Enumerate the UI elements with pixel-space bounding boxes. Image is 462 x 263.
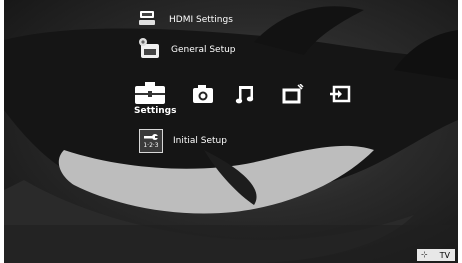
photo-camera-icon xyxy=(193,85,213,103)
category-settings[interactable] xyxy=(134,82,166,104)
initial-setup-icon: 1·2·3 xyxy=(139,129,163,153)
menu-item-general-setup[interactable]: General Setup xyxy=(135,36,236,63)
general-setup-icon xyxy=(135,36,161,63)
category-input[interactable] xyxy=(329,84,351,104)
settings-toolbox-icon xyxy=(135,82,165,104)
hdmi-settings-icon xyxy=(135,6,159,33)
tv-label: TV xyxy=(439,250,450,260)
menu-item-label: Initial Setup xyxy=(173,136,227,146)
category-music[interactable] xyxy=(234,84,256,104)
category-video[interactable] xyxy=(282,83,304,104)
music-note-icon xyxy=(235,86,254,104)
menu-item-label: General Setup xyxy=(171,44,236,55)
xmb-screen: HDMI Settings General Setup Settings 1·2… xyxy=(4,0,458,263)
input-icon xyxy=(330,85,351,103)
menu-item-label: HDMI Settings xyxy=(169,14,233,25)
video-icon xyxy=(282,83,304,104)
tv-input-icon: ⊹ xyxy=(421,250,428,259)
tv-status-badge: ⊹ TV xyxy=(417,249,455,261)
category-photo[interactable] xyxy=(192,84,214,104)
menu-item-hdmi-settings[interactable]: HDMI Settings xyxy=(135,6,233,33)
selected-category-label: Settings xyxy=(134,106,177,116)
menu-item-initial-setup[interactable]: 1·2·3 Initial Setup xyxy=(139,129,227,153)
initial-setup-icon-text: 1·2·3 xyxy=(143,142,159,149)
